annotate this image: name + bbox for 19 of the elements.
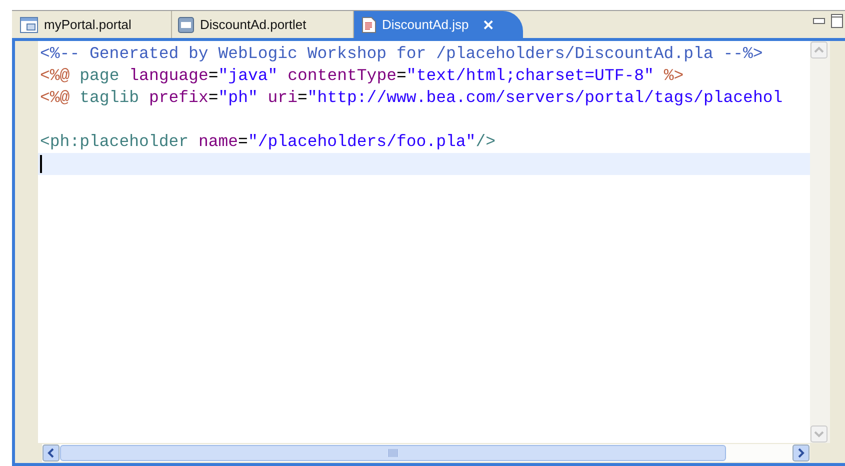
text-cursor: [40, 155, 42, 173]
grip-icon: [388, 449, 398, 457]
scroll-left-icon[interactable]: [42, 444, 60, 462]
maximize-icon[interactable]: [831, 14, 843, 28]
window-icon: [20, 17, 38, 33]
scrollbar-thumb[interactable]: [60, 445, 726, 461]
code-line: <%-- Generated by WebLogic Workshop for /placeholders/DiscountAd.pla --%>: [39, 43, 764, 65]
code-line: <%@ taglib prefix="ph" uri="http://www.bea.com/servers/portal/tags/placehol: [39, 87, 784, 109]
code-line: <ph:placeholder name="/placeholders/foo.pla"/>: [39, 131, 497, 153]
window-icon: [178, 17, 194, 33]
scroll-right-icon[interactable]: [792, 444, 810, 462]
vertical-scrollbar[interactable]: [810, 41, 830, 443]
horizontal-scrollbar[interactable]: [42, 444, 810, 462]
file-icon: [362, 17, 376, 33]
close-button[interactable]: ✕: [482, 14, 495, 36]
minimize-icon[interactable]: [813, 18, 825, 24]
code-line: <%@ page language="java" contentType="text/html;charset=UTF-8" %>: [39, 65, 685, 87]
scroll-up-icon[interactable]: [810, 41, 828, 59]
editor-tab[interactable]: DiscountAd.jsp ✕: [354, 11, 523, 39]
